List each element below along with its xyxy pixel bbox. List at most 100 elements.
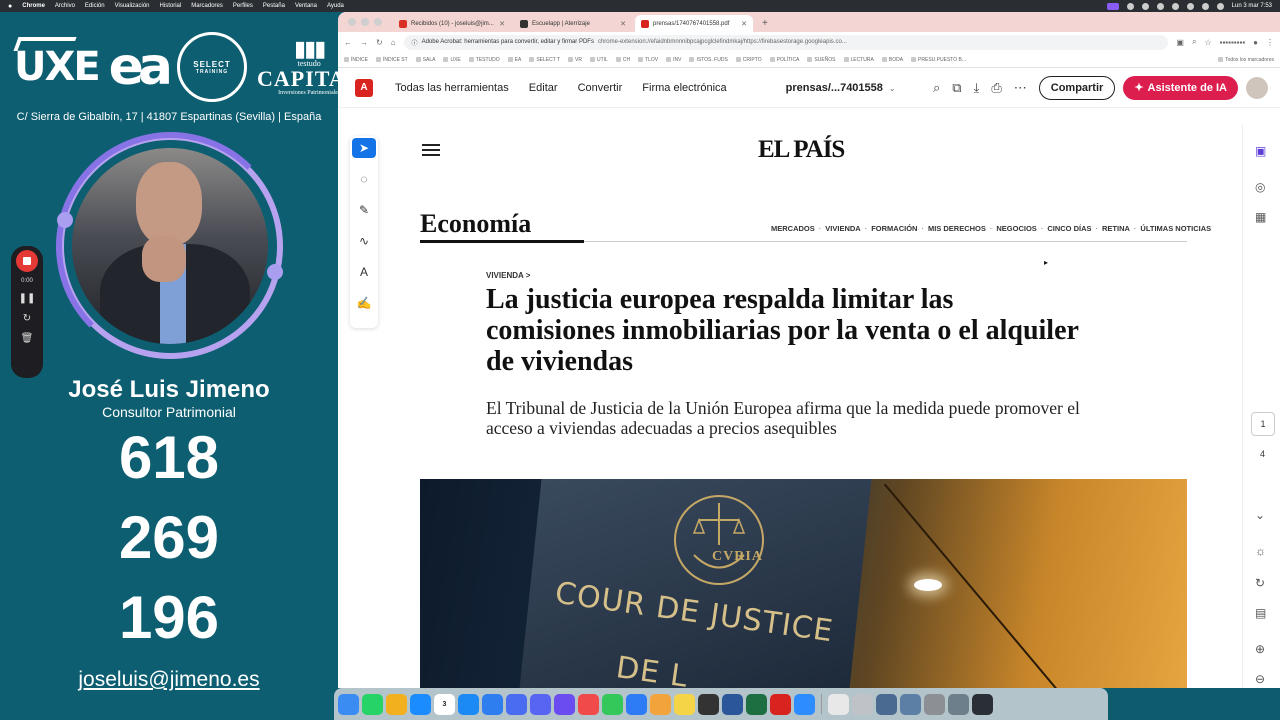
excel-icon[interactable] <box>746 693 767 715</box>
zoom-lens-icon[interactable]: ⌕ <box>1192 37 1196 47</box>
zoom-out-icon[interactable]: ⊖ <box>1255 672 1265 686</box>
extensions-row-icon[interactable]: ▪▪▪▪▪▪▪▪▪ <box>1220 38 1246 47</box>
url-input[interactable]: ⓘ Adobe Acrobat: herramientas para conve… <box>403 34 1169 50</box>
forward-icon[interactable]: → <box>360 38 368 47</box>
home-icon[interactable]: ⌂ <box>391 38 396 47</box>
article-kicker[interactable]: VIVIENDA > <box>486 271 530 280</box>
menu-app-name[interactable]: Chrome <box>22 3 45 9</box>
shazam-icon[interactable] <box>410 693 431 715</box>
bookmark-item[interactable]: LECTURA <box>844 57 874 63</box>
menu-ayuda[interactable]: Ayuda <box>327 3 344 9</box>
menu-ventana[interactable]: Ventana <box>295 3 317 9</box>
reload-icon[interactable]: ↻ <box>376 38 383 47</box>
status-recording-icon[interactable] <box>1106 2 1119 10</box>
menu-historial[interactable]: Historial <box>160 3 182 9</box>
ai-assistant-button[interactable]: ✦ Asistente de IA <box>1123 75 1238 100</box>
photos-icon[interactable] <box>650 693 671 715</box>
status-control-center-icon[interactable] <box>1216 2 1224 10</box>
next-page-icon[interactable]: ⌄ <box>1255 508 1265 522</box>
subnav-item[interactable]: ÚLTIMAS NOTICIAS <box>1140 224 1211 233</box>
menu-perfiles[interactable]: Perfiles <box>233 3 253 9</box>
back-icon[interactable]: ← <box>344 38 352 47</box>
bookmark-item[interactable]: PRESU.PUESTO B... <box>911 57 966 63</box>
bookmark-item[interactable]: UXE <box>443 57 460 63</box>
apple-menu-icon[interactable]: ● <box>8 3 12 10</box>
subnav-item[interactable]: NEGOCIOS <box>996 224 1036 233</box>
page-fit-icon[interactable]: ▤ <box>1255 606 1266 620</box>
subnav-item[interactable]: CINCO DÍAS <box>1047 224 1091 233</box>
window3-icon[interactable] <box>924 693 945 715</box>
brightness-icon[interactable]: ☼ <box>1255 544 1266 558</box>
print-icon[interactable]: ⎙ <box>991 80 1001 96</box>
menu-archivo[interactable]: Archivo <box>55 3 75 9</box>
close-tab-icon[interactable]: ✕ <box>499 20 505 28</box>
status-app-icon[interactable] <box>1141 2 1149 10</box>
status-wifi-icon[interactable] <box>1171 2 1179 10</box>
chrome-icon[interactable] <box>386 693 407 715</box>
bookmark-star-icon[interactable]: ☆ <box>1204 38 1211 47</box>
messages-icon[interactable] <box>602 693 623 715</box>
trash-icon[interactable] <box>852 693 873 715</box>
ai-panel-icon[interactable]: ▣ <box>1255 144 1266 158</box>
text-box-icon[interactable]: A <box>352 262 376 282</box>
thumbnails-icon[interactable]: ▦ <box>1255 210 1266 224</box>
profile-icon[interactable]: ● <box>1253 38 1258 47</box>
add-comment-icon[interactable]: ◌ <box>352 169 376 189</box>
bookmark-item[interactable]: TESTUDO <box>469 57 500 63</box>
status-battery-icon[interactable] <box>1186 2 1194 10</box>
menu-e-sign[interactable]: Firma electrónica <box>642 82 726 94</box>
discord-icon[interactable] <box>530 693 551 715</box>
bookmark-item[interactable]: ÍNDICE <box>344 57 368 63</box>
acrobat-icon[interactable] <box>770 693 791 715</box>
status-s-icon[interactable] <box>1126 2 1134 10</box>
bookmark-item[interactable]: TLOV <box>638 57 658 63</box>
acrobat-logo-icon[interactable]: A <box>355 78 373 97</box>
bookmark-item[interactable]: ÍNDICE ST <box>376 57 408 63</box>
settings-icon[interactable] <box>506 693 527 715</box>
window4-icon[interactable] <box>948 693 969 715</box>
search-icon[interactable]: ⌕ <box>933 80 940 96</box>
tab-gmail[interactable]: Recibidos (10) - joseluis@jim... ✕ <box>393 15 511 32</box>
share-button[interactable]: Compartir <box>1038 75 1116 100</box>
menu-edicion[interactable]: Edición <box>85 3 105 9</box>
minimize-window-icon[interactable] <box>361 18 369 26</box>
subnav-item[interactable]: MIS DERECHOS <box>928 224 986 233</box>
window5-icon[interactable] <box>972 693 993 715</box>
signature-icon[interactable]: ✍ <box>352 293 376 313</box>
close-tab-icon[interactable]: ✕ <box>620 20 626 28</box>
bookmark-item[interactable]: SELECT T <box>529 57 560 63</box>
chrome-menu-icon[interactable]: ⋮ <box>1266 38 1274 47</box>
menu-convert[interactable]: Convertir <box>578 82 623 94</box>
calendar-icon[interactable]: 3 <box>434 693 455 715</box>
subnav-item[interactable]: MERCADOS <box>771 224 815 233</box>
status-app2-icon[interactable] <box>1156 2 1164 10</box>
new-tab-button[interactable]: + <box>756 15 774 32</box>
menu-pestana[interactable]: Pestaña <box>263 3 285 9</box>
page-view-icon[interactable]: ⧉ <box>952 80 961 96</box>
menu-marcadores[interactable]: Marcadores <box>191 3 223 9</box>
bookmark-item[interactable]: ISTOS. FUDS <box>689 57 727 63</box>
bookmark-item[interactable]: CH <box>616 57 630 63</box>
hamburger-menu-icon[interactable] <box>422 144 440 156</box>
stop-recording-button[interactable] <box>16 250 38 272</box>
bookmark-item[interactable]: INV <box>666 57 681 63</box>
menu-edit[interactable]: Editar <box>529 82 558 94</box>
pencil-icon[interactable] <box>554 693 575 715</box>
zoom-window-icon[interactable] <box>374 18 382 26</box>
tab-pdf[interactable]: prensas/1740767401558.pdf ✕ <box>635 15 753 32</box>
close-tab-icon[interactable]: ✕ <box>741 20 747 28</box>
download-icon[interactable]: ⤓ <box>974 80 980 96</box>
subnav-item[interactable]: RETINA <box>1102 224 1130 233</box>
preview-icon[interactable] <box>828 693 849 715</box>
select-cursor-icon[interactable]: ➤ <box>352 138 376 158</box>
restart-icon[interactable]: ↻ <box>23 314 31 324</box>
close-window-icon[interactable] <box>348 18 356 26</box>
bookmark-item[interactable]: EA <box>508 57 522 63</box>
finder-icon[interactable] <box>338 693 359 715</box>
bookmark-item[interactable]: CRIPTO <box>736 57 762 63</box>
bookmark-item[interactable]: UTIL <box>590 57 608 63</box>
window2-icon[interactable] <box>900 693 921 715</box>
draw-freehand-icon[interactable]: ∿ <box>352 231 376 251</box>
subnav-item[interactable]: FORMACIÓN <box>871 224 917 233</box>
bookmark-item[interactable]: SALA <box>416 57 436 63</box>
